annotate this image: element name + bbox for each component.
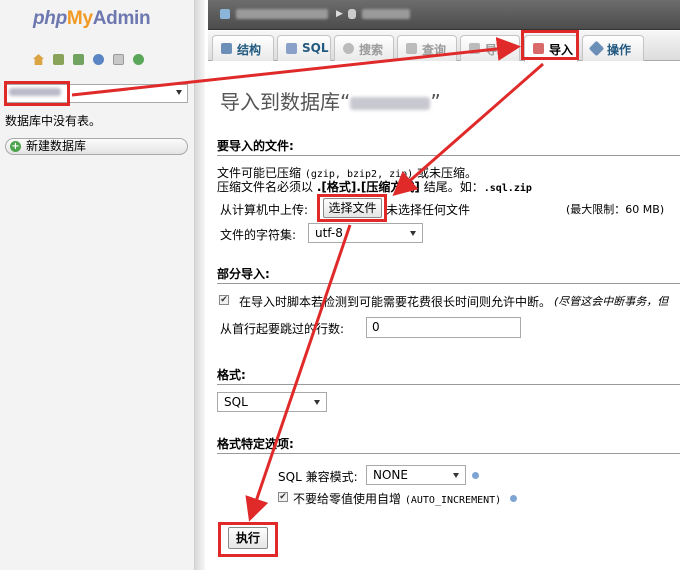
db-select-highlight [4, 81, 70, 106]
breadcrumb-database[interactable] [362, 9, 410, 19]
page-title-database [350, 97, 431, 110]
tab-sql[interactable]: SQL [277, 35, 331, 61]
structure-icon [221, 43, 232, 54]
tab-query[interactable]: 查询 [397, 35, 457, 61]
charset-select[interactable]: utf-8 [308, 223, 423, 243]
chevron-down-icon [176, 90, 182, 95]
wrench-icon [588, 40, 605, 57]
server-icon [220, 9, 230, 19]
export-icon [469, 43, 480, 54]
search-icon [343, 43, 354, 54]
upload-label: 从计算机中上传: [220, 203, 309, 217]
chevron-down-icon [314, 400, 320, 405]
exit-icon[interactable] [73, 54, 84, 65]
import-page: 导入到数据库“” 要导入的文件: 文件可能已压缩 (gzip, bzip2, z… [208, 62, 680, 570]
import-tab-highlight [521, 30, 579, 60]
sidebar-resize-handle[interactable] [195, 0, 205, 570]
format-heading: 格式: [217, 366, 680, 385]
max-upload-size: (最大限制：60 MB) [566, 203, 665, 216]
allow-interrupt-checkbox[interactable]: ✔ [219, 295, 229, 305]
filename-note: 压缩文件名必须以 .[格式].[压缩方式] 结尾。如：.sql.zip [217, 180, 532, 194]
reload-icon[interactable] [133, 54, 144, 65]
phpmyadmin-logo[interactable]: phpMyAdmin [33, 8, 151, 30]
skip-rows-label: 从首行起要跳过的行数: [220, 322, 345, 336]
database-icon[interactable] [53, 54, 64, 65]
sidebar-icon-bar [33, 54, 144, 65]
format-options-heading: 格式特定选项: [217, 435, 680, 454]
chevron-down-icon [410, 231, 416, 236]
info-icon[interactable] [510, 495, 517, 502]
new-database-label: 新建数据库 [26, 139, 87, 153]
skip-rows-input[interactable]: 0 [366, 317, 521, 338]
new-database-button[interactable]: + 新建数据库 [5, 138, 188, 155]
partial-import-heading: 部分导入: [217, 265, 680, 284]
go-button-highlight [218, 522, 278, 557]
allow-interrupt-note: (尽管这会中断事务，但 [554, 295, 669, 308]
help-icon[interactable] [93, 54, 104, 65]
chevron-down-icon [453, 473, 459, 478]
file-section-heading: 要导入的文件: [217, 137, 680, 156]
page-title: 导入到数据库“” [220, 90, 441, 114]
no-auto-value-checkbox[interactable]: ✔ [278, 492, 288, 502]
no-file-chosen-text: 未选择任何文件 [386, 203, 471, 217]
info-icon[interactable] [472, 472, 479, 479]
charset-label: 文件的字符集: [220, 228, 297, 242]
no-tables-message: 数据库中没有表。 [5, 114, 102, 128]
tab-operations[interactable]: 操作 [582, 35, 644, 61]
sql-compat-select[interactable]: NONE [366, 465, 466, 485]
no-auto-value-label: 不要给零值使用自增 (AUTO_INCREMENT) [293, 492, 502, 506]
sql-icon [286, 43, 297, 54]
allow-interrupt-label: 在导入时脚本若检测到可能需要花费很长时间则允许中断。 [239, 295, 552, 309]
database-icon [348, 9, 356, 19]
tab-bar: 结构 SQL 搜索 查询 导 导入 操作 [208, 31, 680, 62]
choose-file-highlight [317, 194, 387, 222]
breadcrumb-bar: ▶ [208, 0, 680, 30]
tab-export[interactable]: 导 [460, 35, 520, 61]
tab-structure[interactable]: 结构 [212, 35, 274, 61]
format-select[interactable]: SQL [217, 392, 327, 412]
plus-icon: + [10, 141, 21, 152]
sql-compat-label: SQL 兼容模式: [278, 470, 358, 484]
docs-icon[interactable] [113, 54, 124, 65]
tab-search[interactable]: 搜索 [334, 35, 394, 61]
breadcrumb-separator-icon: ▶ [336, 9, 343, 19]
query-icon [406, 43, 417, 54]
breadcrumb-server[interactable] [236, 9, 328, 19]
home-icon[interactable] [33, 54, 44, 65]
